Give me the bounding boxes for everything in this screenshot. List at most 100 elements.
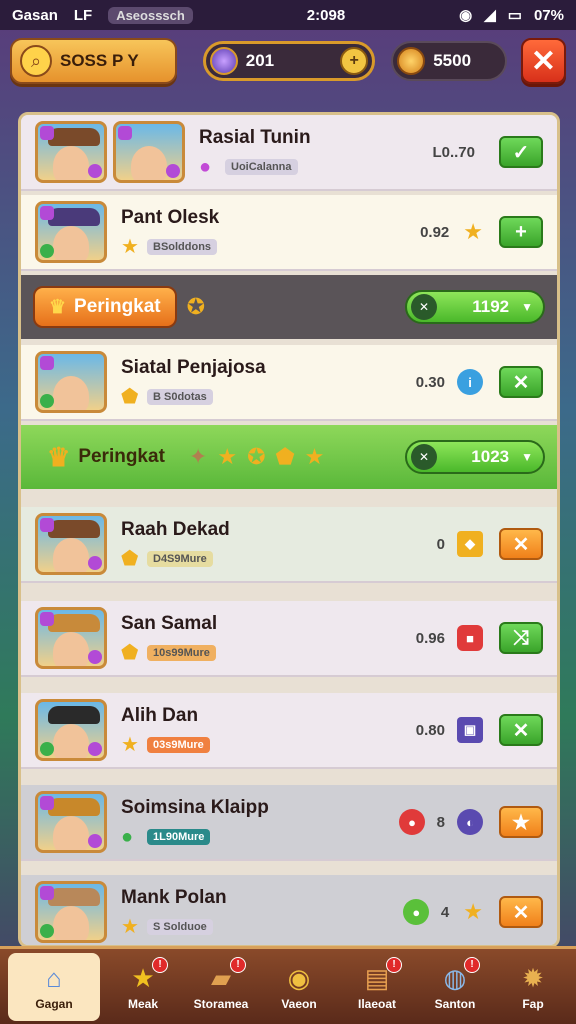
nav-item-santon[interactable]: ! ◍ Santon	[420, 953, 490, 1021]
rank-button[interactable]: ♛ Peringkat	[33, 436, 179, 478]
player-name: Raah Dekad	[121, 519, 230, 540]
avatar	[35, 513, 107, 575]
gem-value: 201	[245, 51, 275, 70]
rank-bar: ♛ Peringkat ✦ ★ ✪ ⬟ ★ ✕ 1023 ▼	[21, 425, 557, 489]
player-score: L0..70	[432, 143, 475, 161]
nav-item-fap[interactable]: ✹ Fap	[498, 953, 568, 1021]
app-chip: Aseosssch	[108, 6, 193, 24]
crown-icon: ♛	[49, 296, 67, 318]
list-item[interactable]: Pant Olesk ★ BSolddons 0.92 ★ +	[21, 195, 557, 271]
check-button[interactable]: ✓	[499, 136, 543, 168]
rank-value: 1023	[471, 447, 510, 466]
trophy-icon: ♛	[47, 441, 71, 472]
shield-icon: ⬟	[121, 548, 139, 570]
medal-icon: ✪	[186, 294, 206, 319]
nav-item-home[interactable]: ⌂ Gagan	[8, 952, 100, 1021]
nav-label: Ilaeoat	[357, 996, 396, 1011]
top-header: ⌕ SOSS P Y 201 + 5500 ✕	[10, 34, 567, 88]
player-score: 4	[440, 903, 450, 921]
avatar	[113, 121, 185, 183]
player-score: 0	[436, 535, 445, 553]
search-pill-label: SOSS P Y	[60, 51, 139, 70]
shield-icon: ⬟	[121, 642, 139, 664]
player-score: 8	[436, 813, 445, 831]
rank-icon: ✕	[411, 444, 437, 470]
shuffle-button[interactable]: ⤨	[499, 622, 543, 654]
rank-icon: ✕	[411, 294, 437, 320]
star-icon: ★	[463, 899, 483, 924]
carrier-extra: LF	[73, 6, 93, 24]
nav-item-storamea[interactable]: ! ▰ Storamea	[186, 953, 256, 1021]
player-name: Mank Polan	[121, 887, 227, 908]
nav-item-vaeon[interactable]: ◉ Vaeon	[264, 953, 334, 1021]
gem-icon	[209, 47, 238, 75]
bottom-nav: ⌂ Gagan ! ★ Meak ! ▰ Storamea ◉ Vaeon ! …	[0, 946, 576, 1024]
rank-label: Peringkat	[74, 296, 161, 317]
cat-icon: ◉	[287, 962, 311, 993]
leaderboard-panel: Rasial Tunin ● UoiCalanna L0..70 ✓ Pant O…	[18, 112, 560, 948]
search-pill[interactable]: ⌕ SOSS P Y	[10, 38, 177, 84]
nav-label: Meak	[127, 996, 159, 1011]
search-icon: ⌕	[20, 45, 52, 77]
check-circle-icon: ●	[403, 899, 430, 925]
rank-value-pill[interactable]: ✕ 1192 ▼	[405, 290, 545, 324]
player-tag: D4S9Mure	[147, 551, 213, 567]
list-item[interactable]: Raah Dekad ⬟ D4S9Mure 0 ◆ ✕	[21, 507, 557, 583]
card-icon: ▣	[457, 717, 483, 743]
notification-dot: !	[230, 956, 246, 973]
nav-label: Santon	[434, 996, 476, 1011]
shield-icon: ⬟	[275, 444, 295, 469]
star-icon: ★	[121, 236, 139, 258]
list-item[interactable]: Soimsina Klaipp ● 1L90Mure ● 8 ◐ ★	[21, 785, 557, 861]
player-tag: BSolddons	[147, 239, 218, 255]
avatar	[35, 201, 107, 263]
medal-icon: ✪	[247, 444, 266, 469]
alert-icon: ■	[457, 625, 483, 651]
badge-icon: ✦	[188, 444, 208, 469]
close-button[interactable]: ✕	[520, 38, 567, 84]
player-name: Rasial Tunin	[199, 127, 311, 148]
list-item[interactable]: Alih Dan ★ 03s9Mure 0.80 ▣ ✕	[21, 693, 557, 769]
status-bar: Gasan LF Aseosssch 2:098 ◉ ◢ ▭ 07%	[0, 0, 576, 30]
avatar	[35, 351, 107, 413]
star-icon: ★	[131, 962, 155, 993]
close-button[interactable]: ✕	[499, 366, 543, 398]
battery-icon: ▭	[507, 7, 522, 24]
star-button[interactable]: ★	[499, 806, 543, 838]
gem-counter: 201 +	[202, 41, 376, 81]
nav-item-ilaeoat[interactable]: ! ▤ Ilaeoat	[342, 953, 412, 1021]
list-item[interactable]: Mank Polan ★ S Solduoe ● 4 ★ ✕	[21, 875, 557, 945]
player-name: Siatal Penjajosa	[121, 357, 266, 378]
star-icon: ★	[217, 444, 238, 469]
star-icon: ★	[304, 444, 325, 469]
coin-icon	[397, 47, 426, 75]
rank-button[interactable]: ♛ Peringkat	[33, 286, 177, 328]
add-button[interactable]: +	[499, 216, 543, 248]
list-item[interactable]: Siatal Penjajosa ⬟ B S0dotas 0.30 i ✕	[21, 345, 557, 421]
coin-value: 5500	[433, 51, 472, 70]
chest-icon: ◆	[457, 531, 483, 557]
signal-icon: ◉	[459, 7, 473, 24]
gear-icon: ✹	[522, 962, 544, 993]
player-tag: 10s99Mure	[147, 645, 216, 661]
rank-value-pill[interactable]: ✕ 1023 ▼	[405, 440, 545, 474]
power-icon: ◐	[457, 809, 483, 835]
info-icon: i	[457, 369, 483, 395]
list-item[interactable]: San Samal ⬟ 10s99Mure 0.96 ■ ⤨	[21, 601, 557, 677]
ticket-icon: ▰	[211, 962, 231, 993]
nav-label: Fap	[522, 996, 544, 1011]
player-score: 0.30	[415, 373, 445, 391]
player-name: San Samal	[121, 613, 218, 634]
add-gems-button[interactable]: +	[340, 47, 369, 75]
close-button[interactable]: ✕	[499, 528, 543, 560]
player-name: Alih Dan	[121, 705, 199, 726]
shield-icon: ⬟	[121, 386, 139, 408]
close-button[interactable]: ✕	[499, 714, 543, 746]
chevron-down-icon: ▼	[521, 300, 533, 314]
wifi-icon: ◢	[484, 7, 496, 24]
star-icon: ★	[121, 916, 139, 938]
close-button[interactable]: ✕	[499, 896, 543, 928]
nav-item-meak[interactable]: ! ★ Meak	[108, 953, 178, 1021]
list-item[interactable]: Rasial Tunin ● UoiCalanna L0..70 ✓	[21, 115, 557, 191]
player-tag: UoiCalanna	[225, 159, 298, 175]
